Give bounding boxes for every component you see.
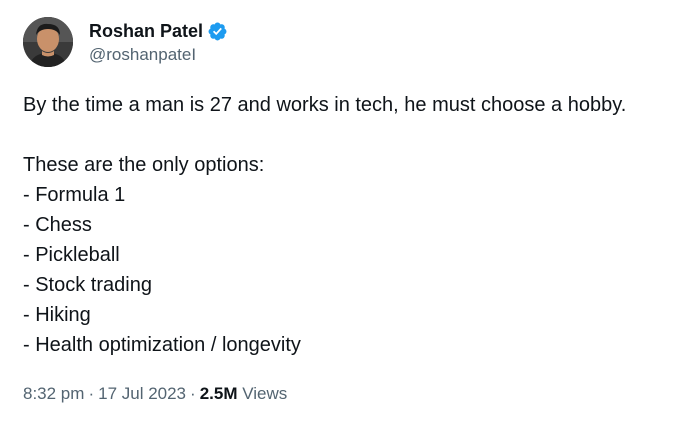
author-block: Roshan Patel @roshanpateI [89, 19, 228, 66]
option-item: - Health optimization / longevity [23, 334, 301, 356]
option-item: - Hiking [23, 304, 91, 326]
tweet-time[interactable]: 8:32 pm [23, 384, 84, 403]
views-count: 2.5M [199, 384, 238, 403]
option-item: - Chess [23, 214, 92, 236]
tweet-text: By the time a man is 27 and works in tec… [23, 90, 683, 360]
options-header: These are the only options: [23, 154, 265, 176]
tweet-intro: By the time a man is 27 and works in tec… [23, 94, 627, 116]
avatar-image [23, 17, 73, 67]
tweet-meta: 8:32 pm · 17 Jul 2023 · 2.5M Views [23, 382, 287, 406]
separator: · [190, 384, 196, 403]
name-row: Roshan Patel [89, 19, 228, 43]
avatar[interactable] [23, 17, 73, 67]
option-item: - Stock trading [23, 274, 152, 296]
option-item: - Formula 1 [23, 184, 126, 206]
verified-badge-icon[interactable] [207, 21, 228, 42]
author-name[interactable]: Roshan Patel [89, 19, 203, 43]
tweet-date[interactable]: 17 Jul 2023 [98, 384, 186, 403]
option-item: - Pickleball [23, 244, 120, 266]
tweet-card: Roshan Patel @roshanpateI By the time a … [0, 0, 694, 425]
author-handle[interactable]: @roshanpateI [89, 44, 228, 66]
separator: · [88, 384, 95, 403]
views-label: Views [242, 384, 288, 403]
